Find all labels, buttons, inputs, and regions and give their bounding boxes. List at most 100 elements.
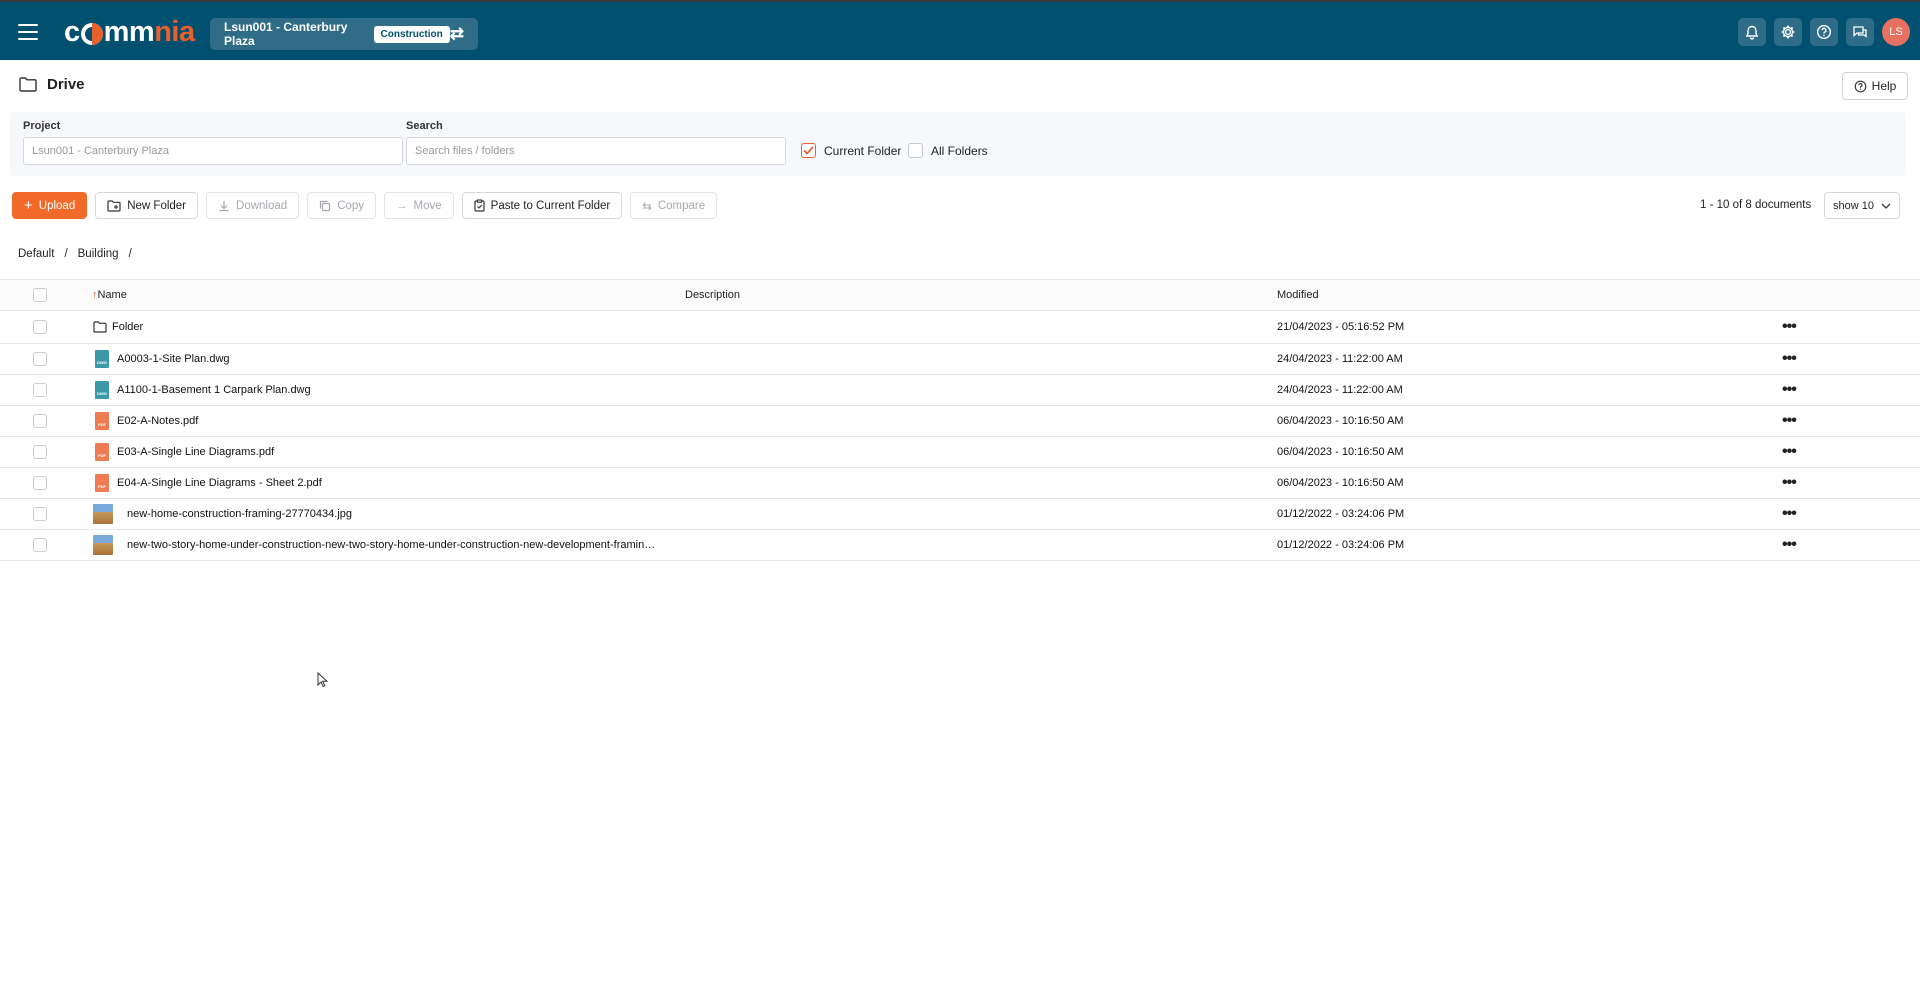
download-button[interactable]: Download — [206, 192, 300, 219]
modified-date: 24/04/2023 - 11:22:00 AM — [1277, 353, 1403, 365]
all-folders-checkbox[interactable]: All Folders — [908, 143, 988, 158]
filter-panel: Project Lsun001 - Canterbury Plaza Searc… — [10, 112, 1906, 176]
page-title: Drive — [19, 76, 85, 93]
gear-icon[interactable] — [1774, 18, 1802, 46]
modified-column-header[interactable]: Modified — [1277, 280, 1319, 310]
more-options-icon[interactable]: ••• — [1782, 506, 1797, 522]
move-button[interactable]: → Move — [384, 192, 454, 219]
more-options-icon[interactable]: ••• — [1782, 413, 1797, 429]
breadcrumb: Default / Building / — [18, 248, 132, 260]
current-folder-checkbox[interactable]: Current Folder — [801, 143, 901, 158]
breadcrumb-item-building[interactable]: Building — [78, 248, 119, 260]
row-checkbox[interactable] — [33, 320, 47, 334]
download-icon — [219, 200, 229, 211]
upload-button[interactable]: + Upload — [12, 192, 88, 219]
clipboard-icon — [474, 199, 485, 212]
breadcrumb-separator: / — [128, 248, 132, 260]
file-name[interactable]: E04-A-Single Line Diagrams - Sheet 2.pdf — [117, 477, 322, 489]
select-all-checkbox[interactable] — [33, 288, 47, 302]
mouse-cursor-icon — [317, 671, 329, 693]
more-options-icon[interactable]: ••• — [1782, 319, 1797, 335]
folder-icon — [93, 321, 107, 333]
dwg-file-icon: DWG — [95, 381, 109, 399]
plus-icon: + — [24, 197, 33, 214]
row-checkbox[interactable] — [33, 538, 47, 552]
modified-date: 21/04/2023 - 05:16:52 PM — [1277, 321, 1405, 333]
more-options-icon[interactable]: ••• — [1782, 475, 1797, 491]
checkbox-checked-icon — [801, 143, 816, 158]
more-options-icon[interactable]: ••• — [1782, 444, 1797, 460]
description-column-header[interactable]: Description — [685, 280, 740, 310]
top-navbar: c mm nia Lsun001 - Canterbury Plaza Constr… — [0, 0, 1920, 60]
compare-button[interactable]: ⇆ Compare — [630, 192, 718, 219]
row-checkbox[interactable] — [33, 476, 47, 490]
image-thumbnail — [93, 504, 113, 524]
file-table: ↑ Name Description Modified Folder 21/04… — [0, 279, 1920, 561]
compare-arrows-icon: ⇆ — [642, 200, 652, 213]
copy-button[interactable]: Copy — [307, 192, 377, 219]
file-name[interactable]: A0003-1-Site Plan.dwg — [117, 353, 230, 365]
page-title-text: Drive — [47, 76, 85, 93]
paste-to-current-folder-button[interactable]: Paste to Current Folder — [461, 192, 623, 219]
chat-icon[interactable] — [1846, 18, 1874, 46]
folder-plus-icon — [107, 199, 121, 212]
table-row[interactable]: DWG A0003-1-Site Plan.dwg 24/04/2023 - 1… — [0, 344, 1920, 375]
modified-date: 06/04/2023 - 10:16:50 AM — [1277, 477, 1404, 489]
project-label: Project — [23, 120, 61, 132]
row-checkbox[interactable] — [33, 352, 47, 366]
table-row[interactable]: Folder 21/04/2023 - 05:16:52 PM ••• — [0, 311, 1920, 344]
name-column-header[interactable]: ↑ Name — [92, 280, 127, 310]
modified-date: 01/12/2022 - 03:24:06 PM — [1277, 508, 1405, 520]
breadcrumb-separator: / — [64, 248, 68, 260]
pdf-file-icon: PDF — [95, 474, 109, 492]
modified-date: 06/04/2023 - 10:16:50 AM — [1277, 415, 1404, 427]
swap-icon[interactable]: ⇄ — [450, 24, 464, 44]
row-checkbox[interactable] — [33, 445, 47, 459]
more-options-icon[interactable]: ••• — [1782, 382, 1797, 398]
table-row[interactable]: DWG A1100-1-Basement 1 Carpark Plan.dwg … — [0, 375, 1920, 406]
file-name[interactable]: A1100-1-Basement 1 Carpark Plan.dwg — [117, 384, 311, 396]
app-logo[interactable]: c mm nia — [64, 14, 195, 50]
breadcrumb-item-default[interactable]: Default — [18, 248, 54, 260]
more-options-icon[interactable]: ••• — [1782, 537, 1797, 553]
document-count: 1 - 10 of 8 documents — [1700, 199, 1812, 211]
project-switcher[interactable]: Lsun001 - Canterbury Plaza Construction … — [210, 18, 478, 50]
modified-date: 06/04/2023 - 10:16:50 AM — [1277, 446, 1404, 458]
project-type-badge: Construction — [373, 25, 450, 43]
table-row[interactable]: new-home-construction-framing-27770434.j… — [0, 499, 1920, 530]
page-size-select[interactable]: show 10 — [1824, 192, 1900, 219]
file-name[interactable]: new-home-construction-framing-27770434.j… — [127, 508, 352, 520]
new-folder-button[interactable]: New Folder — [95, 192, 199, 219]
bell-icon[interactable] — [1738, 18, 1766, 46]
hamburger-menu-icon[interactable] — [18, 24, 38, 40]
table-row[interactable]: PDF E04-A-Single Line Diagrams - Sheet 2… — [0, 468, 1920, 499]
row-checkbox[interactable] — [33, 507, 47, 521]
folder-icon — [19, 77, 37, 92]
file-name[interactable]: E02-A-Notes.pdf — [117, 415, 198, 427]
chevron-down-icon — [1881, 200, 1891, 212]
project-field[interactable]: Lsun001 - Canterbury Plaza — [23, 137, 403, 165]
table-row[interactable]: PDF E03-A-Single Line Diagrams.pdf 06/04… — [0, 437, 1920, 468]
help-button[interactable]: Help — [1842, 72, 1908, 100]
image-thumbnail — [93, 535, 113, 555]
user-avatar[interactable]: LS — [1882, 18, 1910, 46]
file-name[interactable]: Folder — [112, 321, 143, 333]
file-name[interactable]: new-two-story-home-under-construction-ne… — [127, 539, 655, 551]
more-options-icon[interactable]: ••• — [1782, 351, 1797, 367]
search-input[interactable] — [406, 137, 786, 165]
pdf-file-icon: PDF — [95, 412, 109, 430]
checkbox-icon — [908, 143, 923, 158]
search-label: Search — [406, 120, 443, 132]
row-checkbox[interactable] — [33, 383, 47, 397]
copy-icon — [320, 200, 331, 211]
help-circle-icon[interactable] — [1810, 18, 1838, 46]
modified-date: 24/04/2023 - 11:22:00 AM — [1277, 384, 1403, 396]
table-row[interactable]: new-two-story-home-under-construction-ne… — [0, 530, 1920, 561]
dwg-file-icon: DWG — [95, 350, 109, 368]
row-checkbox[interactable] — [33, 414, 47, 428]
arrow-right-icon: → — [396, 199, 408, 212]
file-name[interactable]: E03-A-Single Line Diagrams.pdf — [117, 446, 274, 458]
table-row[interactable]: PDF E02-A-Notes.pdf 06/04/2023 - 10:16:5… — [0, 406, 1920, 437]
table-header: ↑ Name Description Modified — [0, 279, 1920, 311]
pdf-file-icon: PDF — [95, 443, 109, 461]
